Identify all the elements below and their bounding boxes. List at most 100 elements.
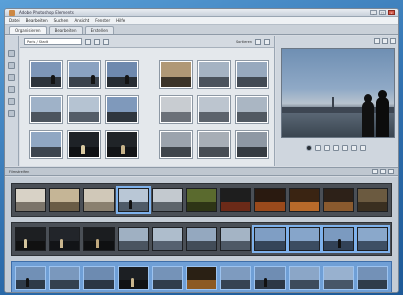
refresh-button[interactable] [94,38,100,45]
sort-label[interactable]: Sortieren [236,40,252,44]
filmstrip-thumbnail[interactable] [151,188,183,212]
app-window: Adobe Photoshop Elements _ □ × Datei Bea… [4,8,399,293]
filmstrip-thumbnail[interactable] [117,188,149,212]
tab-edit[interactable]: Bearbeiten [48,26,83,34]
tag-tool-icon[interactable] [8,98,15,105]
photo-thumbnail[interactable] [236,131,268,158]
workspace-tabs: Organisieren Bearbeiten Erstellen [5,25,398,35]
filmstrip-thumbnail[interactable] [288,188,320,212]
filmstrip-thumbnail[interactable] [49,227,81,251]
filmstrip-thumbnail[interactable] [220,227,252,251]
filmstrip-thumbnail[interactable] [254,266,286,290]
photo-thumbnail[interactable] [68,131,100,158]
photo-thumbnail[interactable] [106,61,138,88]
photo-thumbnail[interactable] [160,61,192,88]
filmstrip-thumbnail[interactable] [15,266,47,290]
filmstrip-thumbnail[interactable] [49,266,81,290]
zoom-tool-icon[interactable] [8,62,15,69]
photo-thumbnail[interactable] [160,131,192,158]
zoom-out-icon[interactable] [374,38,380,44]
minimize-button[interactable]: _ [370,10,377,15]
next-icon[interactable] [333,145,339,151]
filmstrip-thumbnail[interactable] [83,266,115,290]
filmstrip-thumbnail[interactable] [117,266,149,290]
filmstrip-thumbnail[interactable] [322,188,354,212]
fit-icon[interactable] [390,38,396,44]
photo-thumbnail[interactable] [198,96,230,123]
star-tool-icon[interactable] [8,110,15,117]
photo-thumbnail[interactable] [106,131,138,158]
collapse-icon[interactable] [388,169,394,174]
filmstrip-thumbnail[interactable] [151,266,183,290]
photo-thumbnail[interactable] [68,96,100,123]
folder-up-button[interactable] [85,38,91,45]
filmstrip-thumbnail[interactable] [288,266,320,290]
tab-create[interactable]: Erstellen [84,26,115,34]
preview-image[interactable] [281,48,395,138]
preview-image-part-4 [362,101,374,137]
hand-tool-icon[interactable] [8,74,15,81]
maximize-button[interactable]: □ [379,10,386,15]
photo-thumbnail[interactable] [106,96,138,123]
filmstrip-thumbnail[interactable] [356,266,389,290]
menu-find[interactable]: Suchen [54,18,69,23]
filmstrip-thumbnail[interactable] [322,266,354,290]
rotate-tool-icon[interactable] [8,86,15,93]
sort-direction-button[interactable] [255,38,261,45]
delete-icon[interactable] [360,145,366,151]
filmstrip-thumbnail[interactable] [151,227,183,251]
photo-thumbnail[interactable] [198,131,230,158]
rotate-left-icon[interactable] [342,145,348,151]
filmstrip-thumbnail[interactable] [254,227,286,251]
photo-thumbnail[interactable] [160,96,192,123]
menu-view[interactable]: Ansicht [74,18,89,23]
filmstrip-thumbnail[interactable] [15,227,47,251]
filmstrip-thumbnail[interactable] [220,188,252,212]
select-tool-icon[interactable] [8,50,15,57]
view-mode-button[interactable] [103,38,109,45]
close-button[interactable]: × [388,10,395,15]
filmstrip-thumbnail[interactable] [356,188,389,212]
filmstrip-thumbnail[interactable] [322,227,354,251]
photo-thumbnail[interactable] [236,61,268,88]
grid-view-icon[interactable] [372,169,378,174]
tab-organize[interactable]: Organisieren [9,26,47,34]
play-icon[interactable] [324,145,330,151]
filmstrip-thumbnail[interactable] [185,188,218,212]
photo-thumbnail[interactable] [30,96,62,123]
list-view-icon[interactable] [380,169,386,174]
thumbnail-size-button[interactable] [264,38,270,45]
rotate-right-icon[interactable] [351,145,357,151]
filmstrip-controls [372,169,398,174]
menu-window[interactable]: Fenster [95,18,110,23]
menu-help[interactable]: Hilfe [116,18,125,23]
previous-icon[interactable] [315,145,321,151]
photo-thumbnail[interactable] [68,61,100,88]
menu-file[interactable]: Datei [9,18,20,23]
app-icon [9,10,15,16]
zoom-in-icon[interactable] [382,38,388,44]
filmstrip-thumbnail[interactable] [185,266,218,290]
filmstrip-thumbnail[interactable] [49,188,81,212]
photo-thumbnail[interactable] [236,96,268,123]
record-icon[interactable] [306,145,312,151]
menu-bar: Datei Bearbeiten Suchen Ansicht Fenster … [5,17,398,25]
filmstrip-thumbnail[interactable] [83,227,115,251]
thumbnail-grid-right [160,61,272,161]
photo-thumbnail[interactable] [198,61,230,88]
filmstrip-thumbnail[interactable] [185,227,218,251]
filmstrip-thumbnail[interactable] [117,227,149,251]
filmstrip-thumbnail[interactable] [254,188,286,212]
filmstrip-thumbnail[interactable] [15,188,47,212]
filmstrip-thumbnail[interactable] [220,266,252,290]
photo-thumbnail[interactable] [30,61,62,88]
preview-pane [276,36,398,166]
menu-edit[interactable]: Bearbeiten [26,18,48,23]
photo-thumbnail[interactable] [30,131,62,158]
filmstrip-thumbnail[interactable] [83,188,115,212]
filmstrip-thumbnail[interactable] [356,227,389,251]
filmstrip-row [11,222,392,256]
folder-path-field[interactable]: Paris / Stadt [24,38,82,45]
preview-image-part-2 [332,97,334,109]
filmstrip-thumbnail[interactable] [288,227,320,251]
